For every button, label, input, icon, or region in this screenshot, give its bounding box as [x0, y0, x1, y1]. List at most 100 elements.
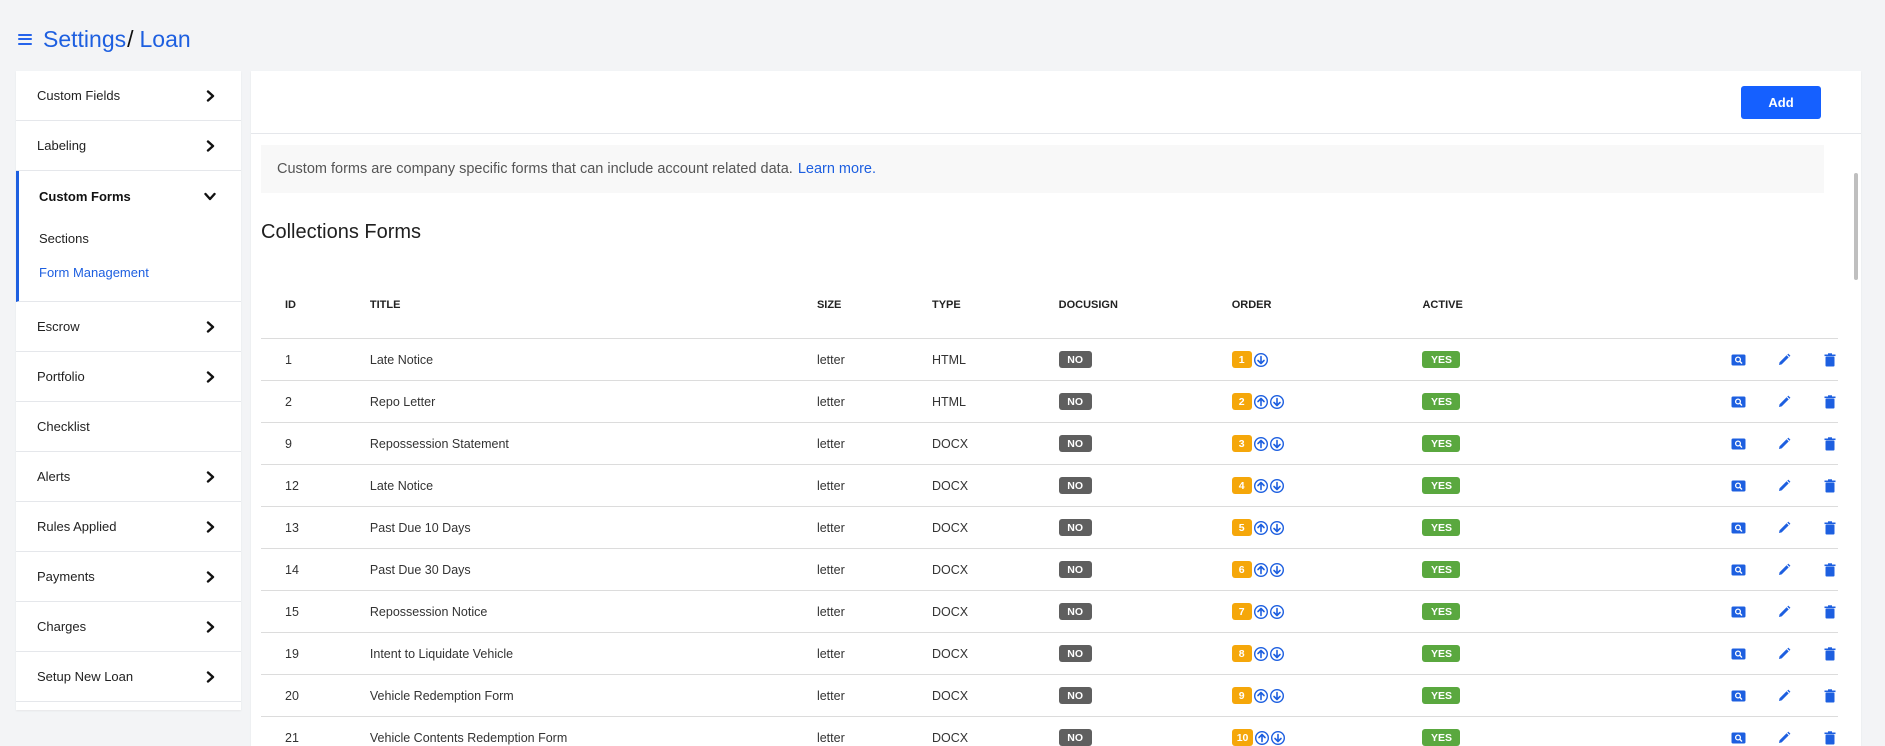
docusign-badge: NO — [1058, 435, 1092, 452]
active-badge: YES — [1422, 603, 1461, 620]
cell-size: letter — [816, 716, 932, 746]
add-button[interactable]: Add — [1741, 86, 1821, 119]
active-badge: YES — [1422, 561, 1461, 578]
sidebar-item-custom-fields[interactable]: Custom Fields — [16, 71, 241, 121]
sidebar-item-payments[interactable]: Payments — [16, 552, 241, 602]
sidebar-item-alerts[interactable]: Alerts — [16, 452, 241, 502]
chevron-right-icon — [203, 620, 217, 634]
move-up-icon[interactable] — [1253, 646, 1268, 661]
move-down-icon[interactable] — [1269, 604, 1284, 619]
move-up-icon[interactable] — [1253, 436, 1268, 451]
sidebar-item-label: Charges — [37, 619, 87, 634]
sidebar-item-charges[interactable]: Charges — [16, 602, 241, 652]
edit-icon[interactable] — [1776, 688, 1792, 704]
preview-icon[interactable] — [1730, 394, 1746, 410]
sidebar-subitem-form-management[interactable]: Form Management — [39, 255, 241, 289]
chevron-right-icon — [203, 89, 217, 103]
preview-icon[interactable] — [1730, 688, 1746, 704]
move-down-icon[interactable] — [1269, 520, 1284, 535]
sidebar-subitem-sections[interactable]: Sections — [39, 221, 241, 255]
edit-icon[interactable] — [1776, 730, 1792, 746]
preview-icon[interactable] — [1730, 352, 1746, 368]
cell-title: Late Notice — [369, 338, 817, 381]
sidebar-item-portfolio[interactable]: Portfolio — [16, 352, 241, 402]
preview-icon[interactable] — [1730, 436, 1746, 452]
breadcrumb-separator: / — [127, 25, 134, 52]
edit-icon[interactable] — [1776, 520, 1792, 536]
preview-icon[interactable] — [1730, 520, 1746, 536]
move-up-icon[interactable] — [1253, 478, 1268, 493]
column-header-order: ORDER — [1231, 272, 1423, 339]
cell-order: 3 — [1231, 422, 1423, 465]
chevron-right-icon — [203, 570, 217, 584]
delete-icon[interactable] — [1822, 352, 1838, 368]
move-up-icon[interactable] — [1253, 604, 1268, 619]
sidebar-item-custom-forms-header[interactable]: Custom Forms — [39, 171, 241, 221]
preview-icon[interactable] — [1730, 562, 1746, 578]
preview-icon[interactable] — [1730, 478, 1746, 494]
delete-icon[interactable] — [1822, 478, 1838, 494]
cell-active: YES — [1422, 380, 1573, 423]
sidebar-item-checklist[interactable]: Checklist — [16, 402, 241, 452]
delete-icon[interactable] — [1822, 646, 1838, 662]
cell-active: YES — [1422, 548, 1573, 591]
breadcrumb-loan[interactable]: Loan — [140, 26, 191, 53]
move-up-icon[interactable] — [1253, 562, 1268, 577]
edit-icon[interactable] — [1776, 436, 1792, 452]
move-down-icon[interactable] — [1253, 352, 1268, 367]
cell-type: DOCX — [931, 590, 1059, 633]
breadcrumb-settings[interactable]: Settings — [43, 26, 126, 53]
delete-icon[interactable] — [1822, 562, 1838, 578]
cell-title: Repossession Notice — [369, 590, 817, 633]
scrollbar-thumb[interactable] — [1854, 173, 1858, 280]
move-down-icon[interactable] — [1271, 730, 1286, 745]
edit-icon[interactable] — [1776, 394, 1792, 410]
cell-title: Past Due 10 Days — [369, 506, 817, 549]
move-up-icon[interactable] — [1253, 520, 1268, 535]
preview-icon[interactable] — [1730, 604, 1746, 620]
cell-order: 7 — [1231, 590, 1423, 633]
delete-icon[interactable] — [1822, 520, 1838, 536]
sidebar-item-label: Checklist — [37, 419, 90, 434]
sidebar-item-label: Labeling — [37, 138, 87, 153]
sidebar-item-label: Payments — [37, 569, 95, 584]
order-badge: 1 — [1231, 351, 1252, 368]
edit-icon[interactable] — [1776, 562, 1792, 578]
move-up-icon[interactable] — [1255, 730, 1270, 745]
move-down-icon[interactable] — [1269, 436, 1284, 451]
cell-docusign: NO — [1058, 716, 1232, 746]
sidebar-item-labeling[interactable]: Labeling — [16, 121, 241, 171]
move-down-icon[interactable] — [1269, 478, 1284, 493]
order-badge: 10 — [1231, 729, 1254, 746]
preview-icon[interactable] — [1730, 730, 1746, 746]
cell-actions — [1573, 632, 1838, 675]
delete-icon[interactable] — [1822, 394, 1838, 410]
sidebar-item-escrow[interactable]: Escrow — [16, 302, 241, 352]
active-badge: YES — [1422, 477, 1461, 494]
move-down-icon[interactable] — [1269, 562, 1284, 577]
cell-type: DOCX — [931, 674, 1059, 717]
edit-icon[interactable] — [1776, 478, 1792, 494]
sidebar-item-rules-applied[interactable]: Rules Applied — [16, 502, 241, 552]
delete-icon[interactable] — [1822, 688, 1838, 704]
cell-actions — [1573, 380, 1838, 423]
learn-more-link[interactable]: Learn more. — [798, 161, 876, 177]
move-up-icon[interactable] — [1253, 394, 1268, 409]
delete-icon[interactable] — [1822, 436, 1838, 452]
move-down-icon[interactable] — [1269, 646, 1284, 661]
edit-icon[interactable] — [1776, 352, 1792, 368]
delete-icon[interactable] — [1822, 604, 1838, 620]
table-row: 9 Repossession Statement letter DOCX NO 3 YES — [261, 422, 1838, 465]
edit-icon[interactable] — [1776, 646, 1792, 662]
menu-icon[interactable] — [18, 33, 32, 45]
preview-icon[interactable] — [1730, 646, 1746, 662]
edit-icon[interactable] — [1776, 604, 1792, 620]
move-up-icon[interactable] — [1253, 688, 1268, 703]
delete-icon[interactable] — [1822, 730, 1838, 746]
move-down-icon[interactable] — [1269, 688, 1284, 703]
cell-actions — [1573, 590, 1838, 633]
cell-order: 6 — [1231, 548, 1423, 591]
sidebar-item-setup-new-loan[interactable]: Setup New Loan — [16, 652, 241, 702]
move-down-icon[interactable] — [1269, 394, 1284, 409]
cell-id: 1 — [261, 338, 370, 381]
